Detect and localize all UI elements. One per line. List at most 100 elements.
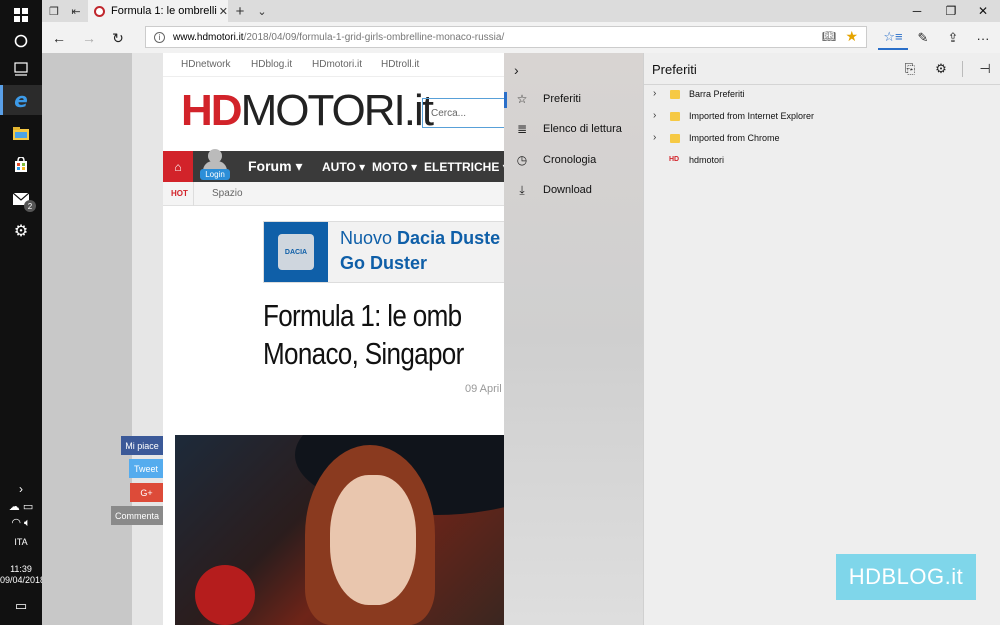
hub-favorites-button[interactable]: ☆≡ [878,26,908,50]
download-icon: ⤓ [519,183,525,197]
login-label: Login [200,169,230,180]
reading-view-icon[interactable]: 📖︎ [822,30,836,43]
volume-icon[interactable]: 🔈︎ [24,517,31,529]
favorites-header: Preferiti ⎘ ⚙ ⊣ [644,53,1000,85]
favorites-folder-row[interactable]: › Imported from Chrome [644,128,1000,150]
menu-auto[interactable]: AUTO ▾ [322,160,365,174]
link-hdnetwork[interactable]: HDnetwork [181,59,230,70]
menu-forum[interactable]: Forum ▾ [248,158,302,175]
battery-icon[interactable]: ▭ [23,501,33,513]
more-button[interactable]: ··· [968,26,998,50]
article-photo[interactable] [175,435,504,625]
menu-elettriche[interactable]: ELETTRICHE ▾ [424,160,504,174]
language-indicator[interactable]: ITA [0,537,42,547]
web-note-button[interactable]: ✎ [908,26,938,50]
hub-item-label: Preferiti [543,93,581,105]
file-explorer-button[interactable] [0,118,42,148]
tab-title: Formula 1: le ombrelline [111,5,217,17]
site-menu-bar: ⌂ Login Forum ▾ AUTO ▾ MOTO ▾ ELETTRICHE… [163,149,504,182]
url-domain: www.hdmotori.it [173,31,244,43]
site-search-input[interactable]: Cerca... [422,98,504,128]
settings-gear-icon[interactable]: ⚙ [932,61,950,77]
store-button[interactable] [0,150,42,180]
onedrive-icon[interactable]: ☁ [9,501,20,513]
article-headline: Formula 1: le omb Monaco, Singapor [263,297,481,373]
tab-menu-chevron-icon[interactable]: ⌄ [252,2,272,20]
settings-button[interactable]: ⚙ [0,216,42,246]
headline-line-1: Formula 1: le omb [263,298,462,333]
gplus-button[interactable]: G+ [130,483,163,502]
back-button[interactable]: ← [46,26,72,50]
favorites-folder-row[interactable]: › Imported from Internet Explorer [644,106,1000,128]
tab-preview-icon[interactable]: ❐ [44,2,64,20]
hub-item-history[interactable]: ◷ Cronologia [504,146,643,176]
webpage: HDnetwork HDblog.it HDmotori.it HDtroll.… [163,53,504,625]
ad-line-1-bold: Dacia Duste [397,228,501,248]
refresh-button[interactable]: ↻ [105,26,131,50]
share-button[interactable]: ⇪ [938,26,968,50]
site-label: hdmotori [689,155,725,165]
expand-chevron-icon[interactable]: › [653,88,656,99]
folder-label: Imported from Chrome [689,133,780,143]
new-folder-icon[interactable]: ⎘ [901,61,919,77]
link-hdmotori[interactable]: HDmotori.it [312,59,362,70]
logo-hd: HD [181,86,243,135]
favorites-site-row[interactable]: HD hdmotori [644,150,1000,172]
wifi-icon[interactable]: ◠ [11,517,21,529]
expand-chevron-icon[interactable]: › [653,132,656,143]
tray-overflow-chevron[interactable]: › [0,482,42,496]
dacia-banner-ad[interactable]: DACIA Nuovo Dacia Duste Go Duster [263,221,504,283]
login-button[interactable]: Login [200,149,230,182]
hub-item-downloads[interactable]: ⤓ Download [504,176,643,206]
url-path: /2018/04/09/formula-1-grid-girls-ombrell… [243,31,505,43]
tab-close-icon[interactable]: ✕ [219,5,228,18]
link-hdblog[interactable]: HDblog.it [251,59,292,70]
logo-motori: MOTORI.it [240,86,434,135]
maximize-button[interactable]: ❐ [934,0,968,22]
set-aside-tabs-icon[interactable]: ⇤ [66,2,86,20]
minimize-button[interactable]: ─ [900,0,934,22]
cortana-button[interactable] [0,26,42,56]
expand-chevron-icon[interactable]: › [653,110,656,121]
pin-icon[interactable]: ⊣ [976,61,994,77]
close-window-button[interactable]: ✕ [966,0,1000,22]
favorites-folder-row[interactable]: › Barra Preferiti [644,84,1000,106]
folder-label: Barra Preferiti [689,89,745,99]
hdblog-watermark: HDBLOG.it [836,554,976,600]
headline-line-2: Monaco, Singapor [263,336,464,371]
site-logo[interactable]: HDMOTORI.it [181,86,434,135]
favorite-star-icon[interactable]: ★ [845,28,858,45]
hub-item-label: Elenco di lettura [543,123,622,135]
new-tab-button[interactable]: + [230,2,250,20]
hdmotori-favicon-icon: HD [669,156,680,163]
clock-date[interactable]: 09/04/2018 [0,575,45,585]
mail-button[interactable]: 2 [0,184,42,214]
tweet-button[interactable]: Tweet [129,459,163,478]
favorites-title: Preferiti [652,62,697,77]
home-icon[interactable]: ⌂ [163,151,193,182]
hub-item-reading-list[interactable]: ≣ Elenco di lettura [504,115,643,145]
link-hdtroll[interactable]: HDtroll.it [381,59,419,70]
menu-moto[interactable]: MOTO ▾ [372,160,417,174]
hub-item-favorites[interactable]: ☆ Preferiti [504,85,643,115]
action-center-icon[interactable]: ▭ [0,598,42,614]
site-info-icon[interactable]: i [154,31,165,43]
nav-bar: ← → ↻ i www.hdmotori.it /2018/04/09/form… [42,22,1000,53]
hot-separator [193,182,194,206]
clock-time[interactable]: 11:39 [0,564,42,574]
hub-item-label: Cronologia [543,154,597,166]
forward-button[interactable]: → [76,26,102,50]
tab-active[interactable]: Formula 1: le ombrelline ✕ [88,0,228,22]
facebook-like-button[interactable]: Mi piace [121,436,163,455]
address-bar[interactable]: i www.hdmotori.it /2018/04/09/formula-1-… [145,26,867,48]
hot-item-spazio[interactable]: Spazio [212,188,243,199]
comment-button[interactable]: Commenta [111,506,163,525]
folder-icon [670,112,680,121]
site-favicon-icon [94,5,105,17]
hub-collapse-chevron-icon[interactable]: › [514,62,519,78]
browser-chrome: ❐ ⇤ Formula 1: le ombrelline ✕ + ⌄ ─ ❐ ✕… [42,0,1000,53]
task-view-button[interactable] [0,54,42,84]
windows-logo-icon [14,8,28,22]
edge-taskbar-button[interactable]: e [0,85,42,115]
network-links: HDnetwork HDblog.it HDmotori.it HDtroll.… [163,53,504,77]
